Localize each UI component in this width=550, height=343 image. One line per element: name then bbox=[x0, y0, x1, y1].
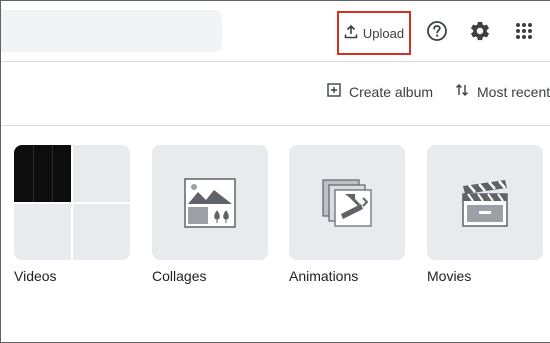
gear-icon[interactable] bbox=[468, 19, 492, 43]
header-divider bbox=[1, 61, 550, 62]
upload-label: Upload bbox=[362, 25, 405, 41]
category-label-animations: Animations bbox=[289, 268, 359, 284]
sort-label: Most recent bbox=[477, 83, 550, 100]
videos-tile[interactable] bbox=[14, 145, 130, 260]
upload-icon bbox=[344, 24, 358, 42]
sort-button[interactable]: Most recent bbox=[455, 83, 550, 100]
category-label-movies: Movies bbox=[427, 268, 472, 284]
create-album-button[interactable]: Create album bbox=[327, 83, 433, 100]
create-album-label: Create album bbox=[349, 83, 434, 100]
search-bar[interactable] bbox=[1, 10, 222, 52]
clapperboard-icon bbox=[427, 145, 543, 260]
category-label-videos: Videos bbox=[14, 268, 57, 284]
collages-tile[interactable] bbox=[152, 145, 268, 260]
video-thumbnails bbox=[14, 145, 130, 260]
animation-icon bbox=[289, 145, 405, 260]
add-box-icon bbox=[327, 83, 341, 100]
collage-icon bbox=[152, 145, 268, 260]
help-icon[interactable] bbox=[425, 19, 449, 43]
upload-button[interactable]: Upload bbox=[337, 11, 411, 55]
category-label-collages: Collages bbox=[152, 268, 207, 284]
sort-arrows-icon bbox=[455, 83, 469, 100]
section-divider bbox=[1, 125, 550, 126]
animations-tile[interactable] bbox=[289, 145, 405, 260]
movies-tile[interactable] bbox=[427, 145, 543, 260]
apps-grid-icon[interactable] bbox=[512, 19, 536, 43]
